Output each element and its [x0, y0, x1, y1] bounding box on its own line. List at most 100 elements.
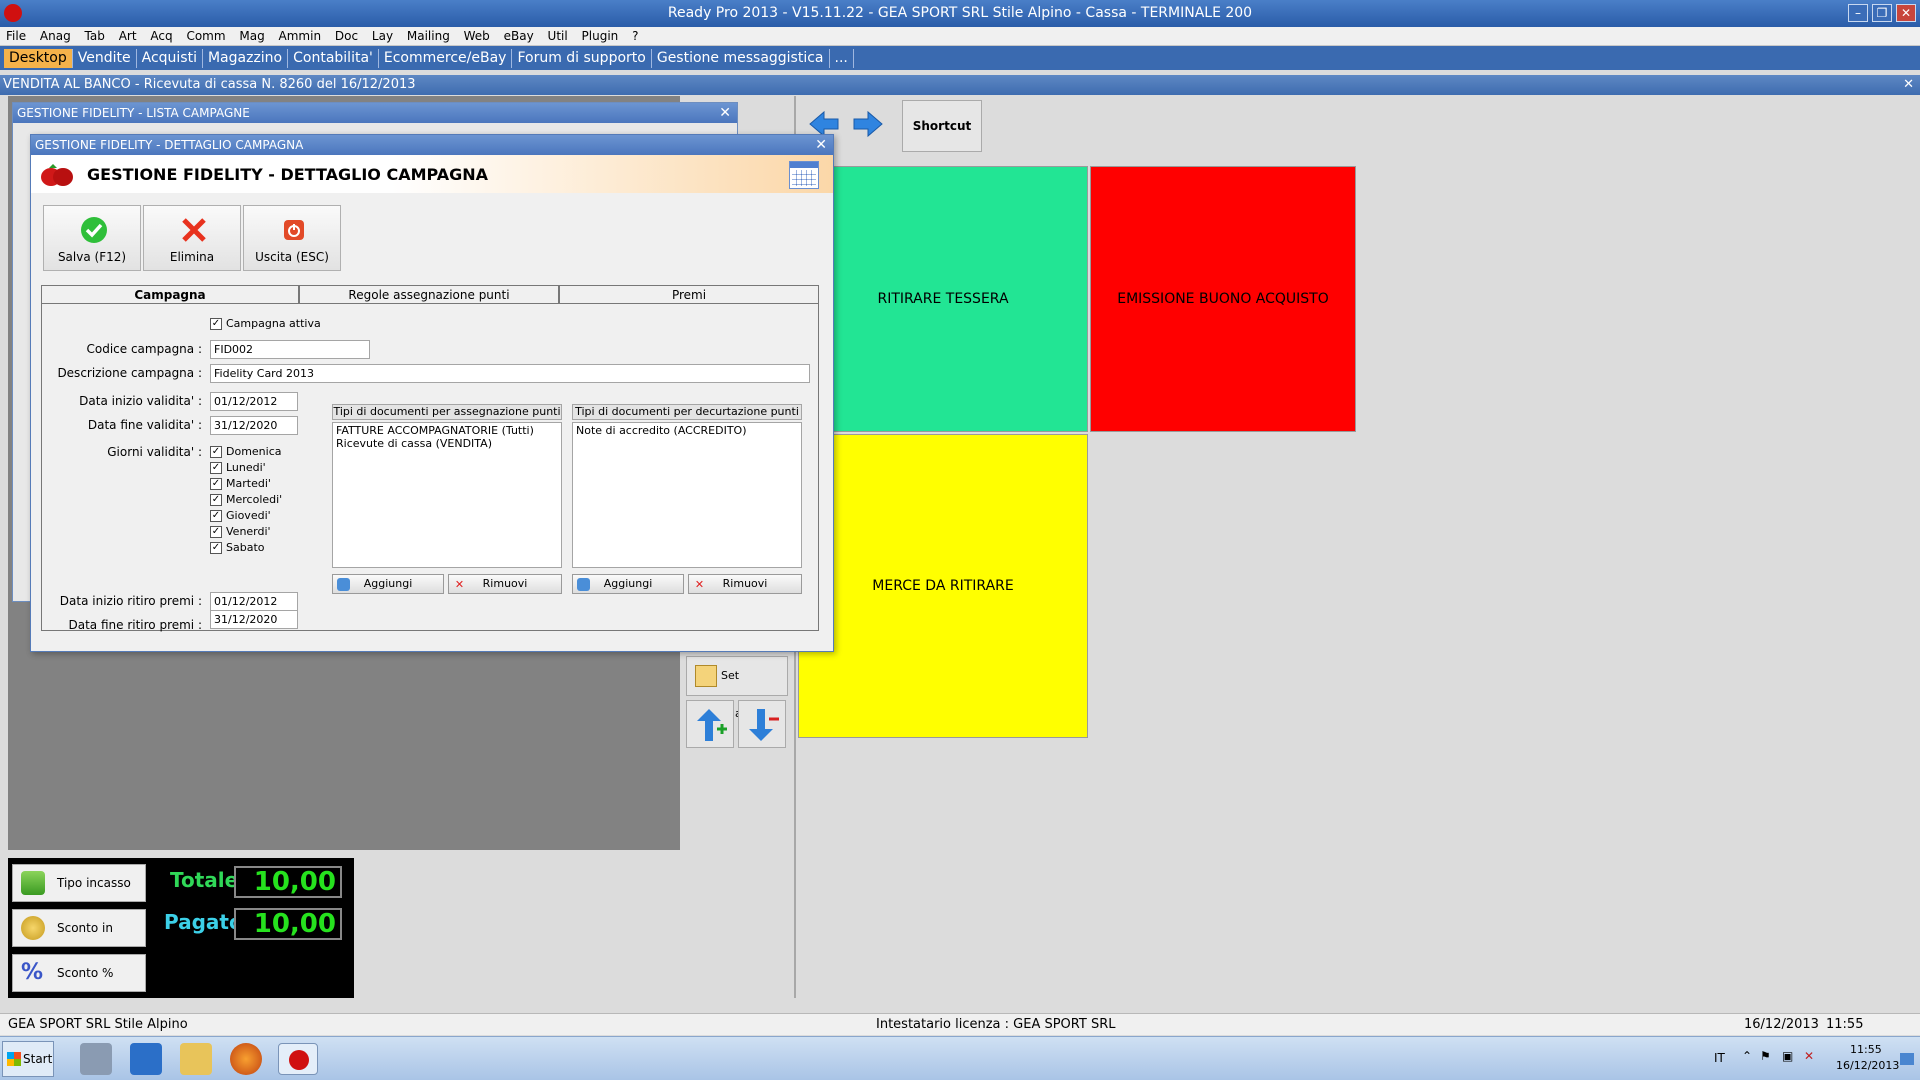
descrizione-input[interactable]	[210, 364, 810, 383]
close-window-button[interactable]: ✕	[1896, 4, 1916, 22]
strawberry-app-icon[interactable]	[4, 4, 22, 22]
readypro-taskbar-button[interactable]	[278, 1043, 318, 1075]
computer-icon[interactable]	[80, 1043, 112, 1075]
menu-art[interactable]: Art	[119, 29, 137, 43]
day-checkbox[interactable]: ✓	[210, 542, 222, 554]
assegnazione-list[interactable]: FATTURE ACCOMPAGNATORIE (Tutti) Ricevute…	[332, 422, 562, 568]
flag-icon[interactable]: ⚑	[1760, 1049, 1771, 1063]
calendar-icon[interactable]	[789, 161, 819, 189]
tab-vendite[interactable]: Vendite	[73, 49, 137, 68]
volume-muted-icon[interactable]: ✕	[1804, 1049, 1814, 1063]
language-indicator[interactable]: IT	[1714, 1051, 1725, 1065]
decurtazione-remove-button[interactable]: ✕ Rimuovi	[688, 574, 802, 594]
dialog-title: GESTIONE FIDELITY - DETTAGLIO CAMPAGNA	[35, 138, 304, 152]
day-label: Mercoledi'	[226, 493, 283, 506]
dialog-close-icon[interactable]: ✕	[815, 137, 827, 153]
strawberry-icon	[41, 164, 73, 186]
move-down-button[interactable]	[738, 700, 786, 748]
power-icon	[284, 220, 304, 240]
list-item[interactable]: Note di accredito (ACCREDITO)	[576, 424, 798, 437]
status-license: Intestatario licenza : GEA SPORT SRL	[876, 1017, 1116, 1032]
show-desktop-icon[interactable]	[1900, 1053, 1914, 1065]
menu-tab[interactable]: Tab	[85, 29, 105, 43]
menu-web[interactable]: Web	[464, 29, 490, 43]
menu-mag[interactable]: Mag	[239, 29, 264, 43]
data-inizio-label: Data inizio validita' :	[79, 394, 202, 408]
tab-more[interactable]: ...	[830, 49, 854, 68]
day-checkbox[interactable]: ✓	[210, 446, 222, 458]
delete-button[interactable]: Elimina	[143, 205, 241, 271]
list-item[interactable]: FATTURE ACCOMPAGNATORIE (Tutti)	[336, 424, 558, 437]
menu-ammin[interactable]: Ammin	[279, 29, 322, 43]
codice-input[interactable]	[210, 340, 370, 359]
data-fine-input[interactable]	[210, 416, 298, 435]
firefox-icon[interactable]	[230, 1043, 262, 1075]
add-icon	[577, 578, 590, 591]
exit-button[interactable]: Uscita (ESC)	[243, 205, 341, 271]
decurtazione-list[interactable]: Note di accredito (ACCREDITO)	[572, 422, 802, 568]
menu-util[interactable]: Util	[548, 29, 568, 43]
day-checkbox[interactable]: ✓	[210, 526, 222, 538]
tab-forum[interactable]: Forum di supporto	[512, 49, 652, 68]
maximize-button[interactable]: ❐	[1872, 4, 1892, 22]
move-up-button[interactable]	[686, 700, 734, 748]
tray-expand-icon[interactable]: ⌃	[1742, 1049, 1752, 1063]
data-inizio-input[interactable]	[210, 392, 298, 411]
sale-close-icon[interactable]: ✕	[1903, 75, 1914, 95]
lista-campagne-title-bar: GESTIONE FIDELITY - LISTA CAMPAGNE ✕	[13, 103, 737, 123]
dialog-header-title: GESTIONE FIDELITY - DETTAGLIO CAMPAGNA	[87, 165, 489, 184]
sconto-valore-button[interactable]: Sconto in valore	[12, 909, 146, 971]
tile-merce-da-ritirare[interactable]: MERCE DA RITIRARE	[798, 434, 1088, 738]
menu-acq[interactable]: Acq	[150, 29, 172, 43]
menu-mailing[interactable]: Mailing	[407, 29, 450, 43]
folder-icon[interactable]	[180, 1043, 212, 1075]
tab-contabilita[interactable]: Contabilita'	[288, 49, 379, 68]
fine-ritiro-input[interactable]	[210, 610, 298, 629]
tab-premi[interactable]: Premi	[559, 285, 819, 305]
menu-lay[interactable]: Lay	[372, 29, 393, 43]
day-checkbox[interactable]: ✓	[210, 478, 222, 490]
menu-ebay[interactable]: eBay	[504, 29, 534, 43]
arrow-right-icon[interactable]	[852, 110, 884, 138]
assegnazione-add-button[interactable]: Aggiungi	[332, 574, 444, 594]
tipo-incasso-button[interactable]: Tipo incasso (F8)	[12, 864, 146, 926]
tab-desktop[interactable]: Desktop	[4, 49, 73, 68]
list-item[interactable]: Ricevute di cassa (VENDITA)	[336, 437, 558, 450]
minimize-button[interactable]: –	[1848, 4, 1868, 22]
start-button[interactable]: Start	[2, 1041, 54, 1077]
grid-add-icon	[695, 665, 717, 687]
sconto-percent-button[interactable]: % Sconto %	[12, 954, 146, 992]
menu-file[interactable]: File	[6, 29, 26, 43]
menu-plugin[interactable]: Plugin	[582, 29, 619, 43]
day-checkbox[interactable]: ✓	[210, 510, 222, 522]
tile-ritirare-tessera[interactable]: RITIRARE TESSERA	[798, 166, 1088, 432]
menu-doc[interactable]: Doc	[335, 29, 358, 43]
campagna-attiva-checkbox[interactable]: ✓	[210, 318, 222, 330]
tab-regole-assegnazione[interactable]: Regole assegnazione punti	[299, 285, 559, 305]
tab-messaggistica[interactable]: Gestione messaggistica	[652, 49, 830, 68]
tab-acquisti[interactable]: Acquisti	[137, 49, 203, 68]
menu-help[interactable]: ?	[632, 29, 638, 43]
lista-campagne-close-icon[interactable]: ✕	[719, 105, 731, 121]
red-x-icon	[182, 218, 206, 242]
menu-anag[interactable]: Anag	[40, 29, 71, 43]
assegnazione-remove-button[interactable]: ✕ Rimuovi	[448, 574, 562, 594]
tile-emissione-buono[interactable]: EMISSIONE BUONO ACQUISTO	[1090, 166, 1356, 432]
day-checkbox[interactable]: ✓	[210, 462, 222, 474]
clock-time[interactable]: 11:55	[1850, 1043, 1882, 1056]
set-quantity-button[interactable]: Set quantita'	[686, 656, 788, 720]
menu-comm[interactable]: Comm	[186, 29, 225, 43]
tab-campagna[interactable]: Campagna	[41, 285, 299, 305]
tab-magazzino[interactable]: Magazzino	[203, 49, 289, 68]
tab-ecommerce[interactable]: Ecommerce/eBay	[379, 49, 513, 68]
decurtazione-add-button[interactable]: Aggiungi	[572, 574, 684, 594]
shortcut-button[interactable]: Shortcut	[902, 100, 982, 152]
arrow-up-plus-icon	[697, 709, 727, 741]
inizio-ritiro-input[interactable]	[210, 592, 298, 611]
powershell-icon[interactable]	[130, 1043, 162, 1075]
day-checkbox[interactable]: ✓	[210, 494, 222, 506]
save-button[interactable]: Salva (F12)	[43, 205, 141, 271]
network-icon[interactable]: ▣	[1782, 1049, 1793, 1063]
clock-date[interactable]: 16/12/2013	[1836, 1059, 1899, 1072]
taskbar: Start IT ⌃ ⚑ ▣ ✕ 11:55 16/12/2013	[0, 1036, 1920, 1080]
